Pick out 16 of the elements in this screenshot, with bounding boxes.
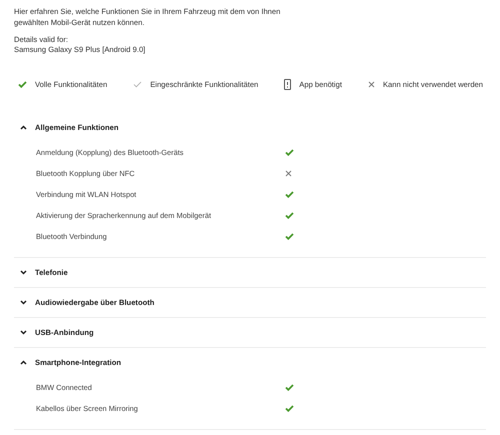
check-icon [285, 149, 294, 156]
chevron-down-icon [20, 330, 27, 335]
chevron-down-icon [20, 270, 27, 275]
check-icon [285, 212, 294, 219]
chevron-up-icon [20, 125, 27, 130]
chevron-down-icon [20, 300, 27, 305]
phone-icon [284, 78, 292, 90]
check-icon [18, 80, 27, 88]
check-icon [285, 191, 294, 198]
check-icon [285, 233, 294, 240]
check-icon [133, 80, 142, 88]
check-icon [285, 405, 294, 412]
check-icon [285, 384, 294, 391]
cross-icon [368, 80, 375, 88]
chevron-up-icon [20, 360, 27, 365]
cross-icon [285, 170, 292, 177]
